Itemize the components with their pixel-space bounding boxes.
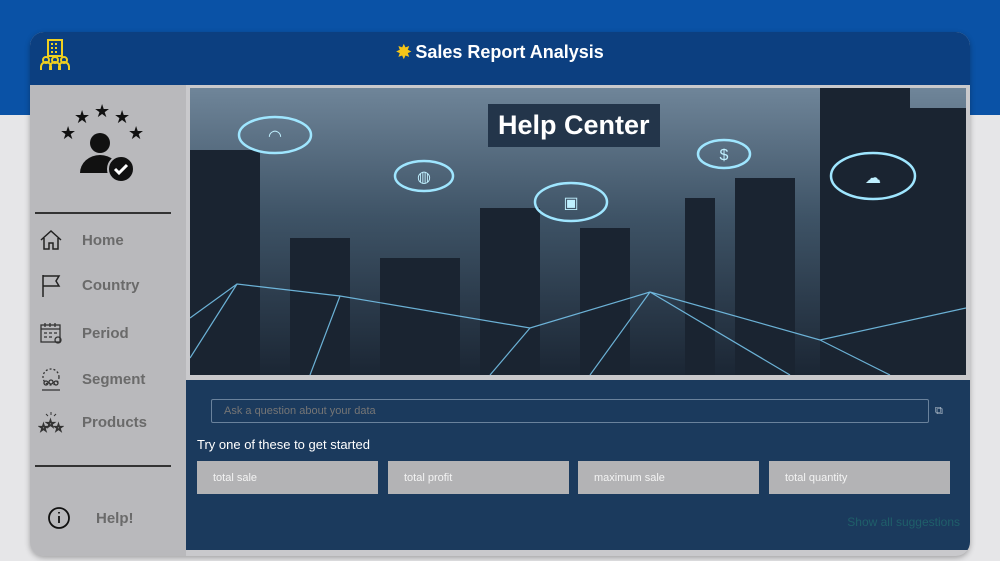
sidebar-item-period[interactable]: Period bbox=[38, 320, 129, 346]
sidebar-item-label: Period bbox=[82, 324, 129, 342]
header: ✸ Sales Report Analysis bbox=[30, 32, 970, 85]
qa-panel: ⧉ Try one of these to get started total … bbox=[186, 380, 970, 550]
report-title-text: Sales Report Analysis bbox=[415, 42, 604, 62]
sidebar-item-segment[interactable]: Segment bbox=[38, 366, 145, 392]
sidebar: ★ ★ ★ ★ ★ Home Country Period Segment ☆ ☆ ☆ Pro… bbox=[30, 85, 186, 556]
svg-text:◍: ◍ bbox=[417, 169, 431, 186]
customer-rating-icon: ★★ ★ ★★ bbox=[60, 103, 144, 183]
qa-options-icon[interactable]: ⧉ bbox=[935, 405, 943, 418]
divider bbox=[35, 465, 171, 467]
svg-text:▣: ▣ bbox=[563, 195, 578, 212]
svg-text:☆: ☆ bbox=[54, 423, 63, 434]
help-label: Help! bbox=[96, 509, 134, 527]
ask-question-input[interactable] bbox=[211, 399, 929, 423]
sidebar-item-label: Products bbox=[82, 413, 148, 431]
calendar-icon bbox=[40, 323, 62, 344]
info-icon bbox=[48, 507, 70, 529]
sidebar-item-label: Country bbox=[82, 276, 140, 294]
stars-icon: ☆☆ ☆ bbox=[39, 412, 64, 435]
sidebar-item-products[interactable]: ☆ ☆ ☆ Products bbox=[38, 409, 147, 435]
suggestion-button[interactable]: maximum sale bbox=[578, 461, 759, 494]
hero-banner: $ ☁ ◍ ▣ ◠ Help Center bbox=[190, 88, 966, 375]
flag-icon bbox=[42, 275, 61, 297]
help-center-title: Help Center bbox=[488, 104, 660, 147]
suggestion-button[interactable]: total quantity bbox=[769, 461, 950, 494]
svg-text:◠: ◠ bbox=[268, 128, 282, 145]
sidebar-item-label: Segment bbox=[82, 370, 146, 388]
sun-icon: ✸ bbox=[396, 42, 412, 62]
segment-icon bbox=[42, 368, 60, 391]
svg-text:☁: ☁ bbox=[865, 170, 881, 187]
suggestions-prompt: Try one of these to get started bbox=[197, 437, 370, 452]
sidebar-item-help[interactable]: Help! bbox=[46, 505, 134, 531]
svg-text:★: ★ bbox=[128, 123, 144, 143]
svg-text:★: ★ bbox=[94, 103, 110, 121]
divider bbox=[35, 212, 171, 214]
sidebar-item-home[interactable]: Home bbox=[38, 227, 124, 253]
svg-text:★: ★ bbox=[74, 107, 90, 127]
svg-text:$: $ bbox=[720, 147, 729, 164]
sidebar-item-label: Home bbox=[82, 231, 124, 249]
home-icon bbox=[40, 229, 62, 250]
suggestion-button[interactable]: total sale bbox=[197, 461, 378, 494]
report-title: ✸ Sales Report Analysis bbox=[30, 42, 970, 63]
report-card: ✸ Sales Report Analysis ★ ★ ★ ★ ★ Home Countr… bbox=[30, 32, 970, 556]
suggestion-button[interactable]: total profit bbox=[388, 461, 569, 494]
sidebar-item-country[interactable]: Country bbox=[38, 272, 140, 298]
show-all-suggestions-link[interactable]: Show all suggestions bbox=[847, 515, 960, 529]
